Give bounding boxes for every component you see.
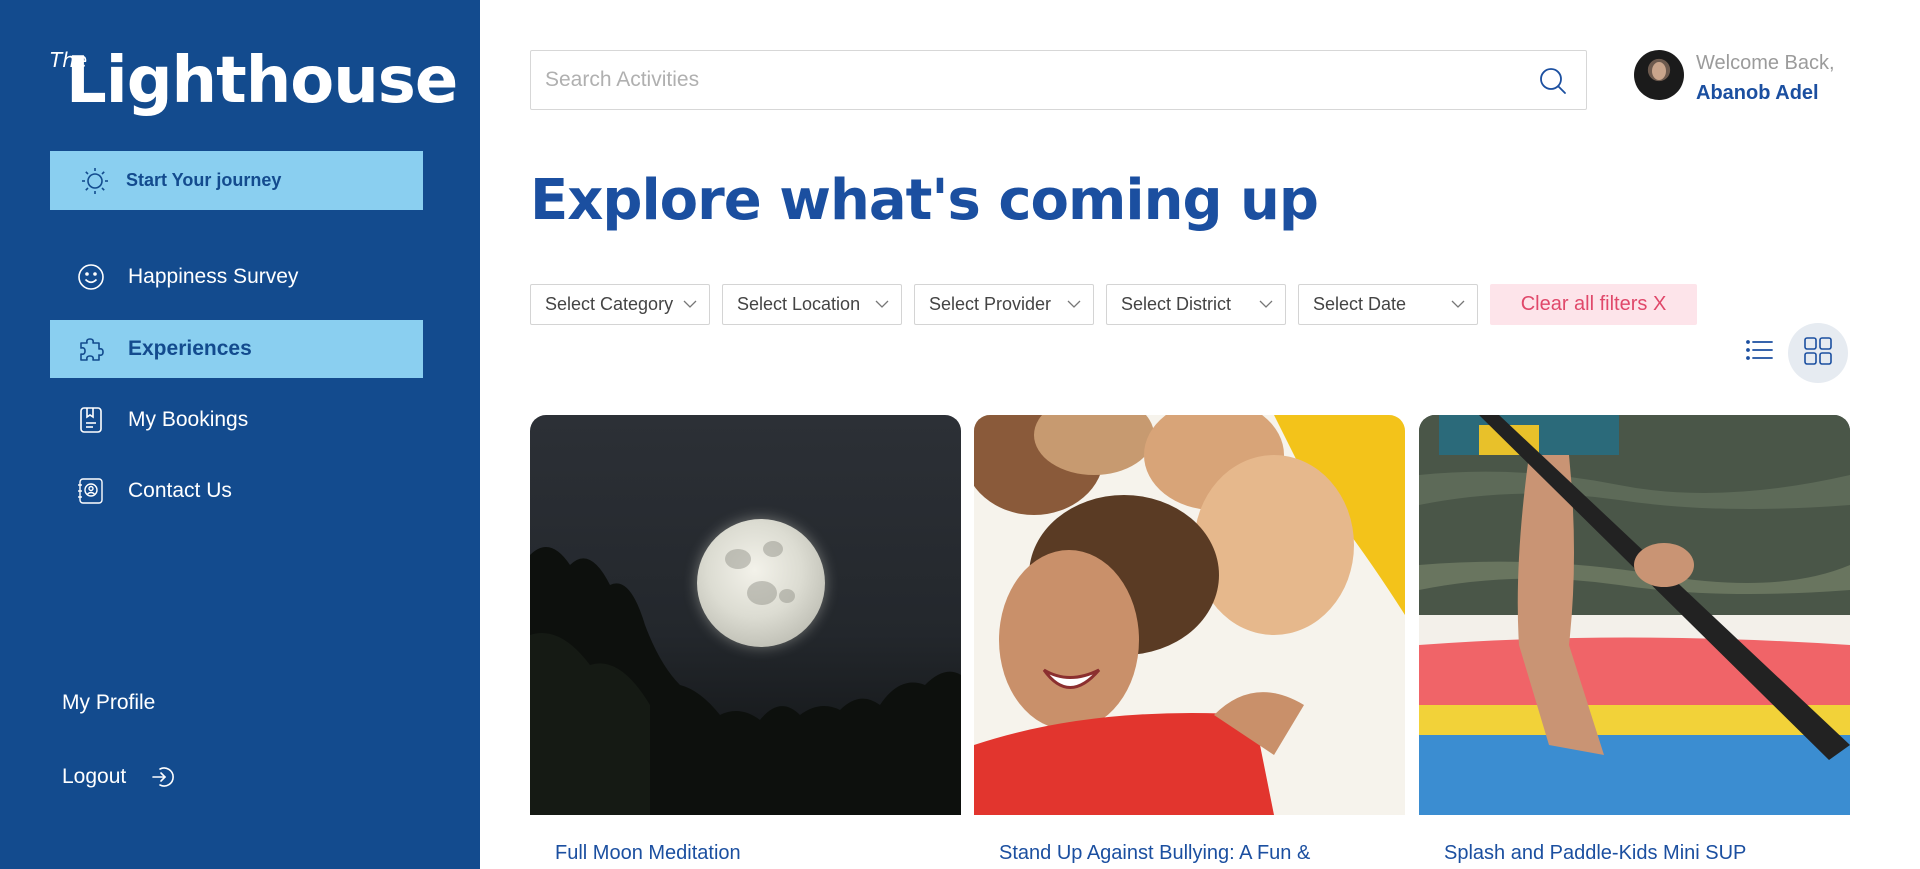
sidebar-item-label: Contact Us xyxy=(128,479,232,502)
location-select[interactable]: Select Location xyxy=(722,284,902,325)
filter-label: Select Location xyxy=(737,294,861,314)
filter-bar: Select Category Select Location Select P… xyxy=(530,284,1697,325)
grid-icon xyxy=(1803,336,1833,371)
sidebar-item-contact-us[interactable]: Contact Us xyxy=(50,462,423,520)
search-icon[interactable] xyxy=(1538,66,1568,96)
card-title: Full Moon Meditation xyxy=(555,842,741,864)
chevron-down-icon xyxy=(1451,298,1465,312)
card-title: Stand Up Against Bullying: A Fun & xyxy=(999,842,1311,864)
card-image xyxy=(1419,415,1850,815)
category-select[interactable]: Select Category xyxy=(530,284,710,325)
filter-label: Select District xyxy=(1121,294,1232,314)
provider-select[interactable]: Select Provider xyxy=(914,284,1094,325)
avatar[interactable] xyxy=(1634,50,1684,100)
experience-card[interactable]: Stand Up Against Bullying: A Fun & xyxy=(974,415,1405,864)
sidebar: The Lighthouse Start Your journey Happin… xyxy=(0,0,480,869)
user-greeting: Welcome Back, Abanob Adel xyxy=(1634,50,1884,110)
card-image xyxy=(974,415,1405,815)
start-journey-button[interactable]: Start Your journey xyxy=(50,151,423,210)
app-root: The Lighthouse Start Your journey Happin… xyxy=(0,0,1920,869)
grid-view-button[interactable] xyxy=(1788,323,1848,383)
card-title: Splash and Paddle-Kids Mini SUP xyxy=(1444,842,1747,864)
experience-card[interactable]: Full Moon Meditation xyxy=(530,415,961,864)
chevron-down-icon xyxy=(1067,298,1081,312)
my-profile-link[interactable]: My Profile xyxy=(62,691,155,715)
smile-icon xyxy=(76,262,106,292)
chevron-down-icon xyxy=(875,298,889,312)
brand-logo[interactable]: The Lighthouse xyxy=(50,46,458,116)
sidebar-item-my-bookings[interactable]: My Bookings xyxy=(50,391,423,449)
filter-label: Select Date xyxy=(1313,294,1407,314)
puzzle-icon xyxy=(76,334,106,364)
moon-image xyxy=(697,519,825,647)
clear-filters-button[interactable]: Clear all filters X xyxy=(1490,284,1697,325)
filter-label: Select Provider xyxy=(929,294,1052,314)
bookings-icon xyxy=(76,405,106,435)
sidebar-item-label: Experiences xyxy=(128,337,252,360)
logout-button[interactable]: Logout xyxy=(62,764,176,790)
search-bar xyxy=(530,50,1587,110)
sidebar-item-experiences[interactable]: Experiences xyxy=(50,320,423,378)
logout-icon xyxy=(150,764,176,790)
search-input[interactable] xyxy=(545,51,1505,109)
card-image xyxy=(530,415,961,815)
start-journey-label: Start Your journey xyxy=(126,170,282,190)
welcome-text: Welcome Back, xyxy=(1696,52,1835,74)
user-name: Abanob Adel xyxy=(1696,82,1819,104)
district-select[interactable]: Select District xyxy=(1106,284,1286,325)
list-icon xyxy=(1746,339,1774,366)
sidebar-item-happiness-survey[interactable]: Happiness Survey xyxy=(50,248,423,306)
contact-icon xyxy=(76,476,106,506)
my-profile-label: My Profile xyxy=(62,691,156,714)
logout-label: Logout xyxy=(62,765,127,788)
list-view-button[interactable] xyxy=(1742,334,1778,370)
experience-card[interactable]: Splash and Paddle-Kids Mini SUP xyxy=(1419,415,1850,864)
sun-icon xyxy=(80,166,110,196)
logo-word: Lighthouse xyxy=(66,44,458,118)
sidebar-item-label: Happiness Survey xyxy=(128,265,299,288)
chevron-down-icon xyxy=(1259,298,1273,312)
chevron-down-icon xyxy=(683,298,697,312)
page-title: Explore what's coming up xyxy=(530,168,1319,233)
sidebar-item-label: My Bookings xyxy=(128,408,249,431)
filter-label: Select Category xyxy=(545,294,674,314)
date-select[interactable]: Select Date xyxy=(1298,284,1478,325)
